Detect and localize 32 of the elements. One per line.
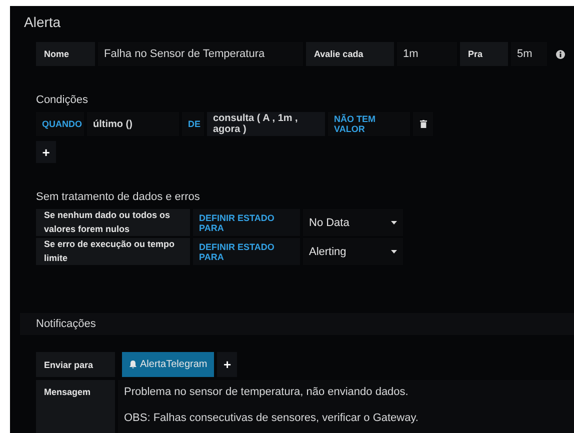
add-condition-button[interactable]: + (36, 141, 56, 163)
interval-field[interactable]: 1m (397, 42, 457, 66)
trash-icon[interactable] (420, 120, 426, 128)
message-field[interactable]: Problema no sensor de temperatura, não enviando dados. OBS: Falhas consecutivas de sensores, verificar o Gateway. (118, 380, 574, 433)
state-dropdown[interactable]: Alerting (303, 238, 403, 265)
keyword-label: QUANDO (36, 112, 84, 136)
notification-channel-tag[interactable]: AlertaTelegram (122, 352, 214, 377)
keyword-label: DEFINIR ESTADO PARA (193, 238, 300, 265)
add-channel-button[interactable]: + (217, 352, 238, 377)
field-label: Mensagem (36, 380, 115, 433)
state-dropdown[interactable]: No Data (303, 209, 403, 236)
section-title: Sem tratamento de dados e erros (36, 191, 200, 203)
reducer-selector[interactable]: último () (87, 112, 179, 136)
field-label: Enviar para (36, 352, 115, 377)
field-label: Se nenhum dado ou todos os valores forem nulos (36, 209, 190, 236)
keyword-label: DEFINIR ESTADO PARA (193, 209, 300, 236)
info-icon[interactable] (556, 50, 564, 58)
section-title: Notificações (36, 318, 96, 330)
field-label: Pra (460, 42, 508, 66)
duration-field[interactable]: 5m (511, 42, 547, 66)
field-label: Se erro de execução ou tempo limite (36, 238, 190, 265)
field-label: Nome (36, 42, 95, 66)
panel-title: Alerta (24, 14, 61, 30)
query-selector[interactable]: consulta ( A , 1m , agora ) (207, 112, 325, 136)
caret-icon (391, 250, 397, 254)
keyword-label: DE (182, 112, 204, 136)
caret-icon (391, 220, 397, 224)
bell-icon (129, 360, 137, 369)
name-field[interactable]: Falha no Sensor de Temperatura (98, 42, 303, 66)
section-title: Condições (36, 94, 88, 106)
evaluator-selector[interactable]: NÃO TEM VALOR (328, 112, 410, 136)
field-label: Avalie cada (306, 42, 394, 66)
